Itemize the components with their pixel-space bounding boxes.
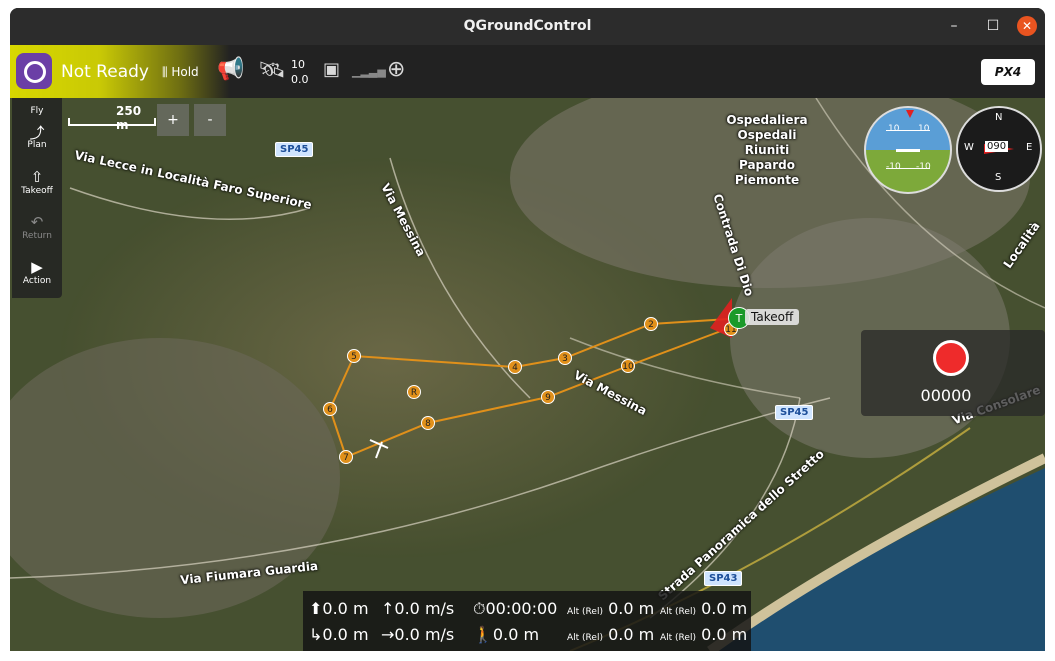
fly-plan-toolstrip: Fly ⤴ Plan ⇧ Takeoff ↶ Return ▶ Action [12, 98, 62, 298]
waypoint-4[interactable]: 4 [508, 360, 522, 374]
compass-east: E [1026, 142, 1033, 153]
takeoff-icon: ⇧ [30, 168, 44, 186]
waypoint-9[interactable]: 9 [541, 390, 555, 404]
compass-indicator: N E S W 090 [956, 106, 1042, 192]
record-time: 00000 [920, 386, 972, 405]
takeoff-label: Takeoff [745, 309, 800, 325]
waypoint-3[interactable]: 3 [558, 351, 572, 365]
qgc-logo-icon[interactable] [16, 53, 52, 89]
alt-rel-value: Alt (Rel) 0.0 m [660, 625, 748, 644]
action-play-icon: ▶ [31, 258, 43, 276]
waypoint-2[interactable]: 2 [644, 317, 658, 331]
road-sign-sp45: SP45 [775, 405, 814, 420]
stopwatch-icon: ⏱ [473, 599, 486, 618]
flight-mode-selector[interactable]: ⫼ Hold [162, 65, 199, 80]
return-label: Return [22, 231, 52, 241]
altitude-value: ⬆0.0 m [309, 599, 369, 618]
pitch-tick-label: 10 [918, 124, 930, 134]
climb-arrow-icon: ↑ [381, 599, 395, 618]
compass-heading: 090 [985, 141, 1009, 152]
fly-label: Fly [30, 106, 44, 116]
fly-tool[interactable]: Fly [12, 106, 62, 116]
waypoint-8[interactable]: 8 [421, 416, 435, 430]
waypoint-6[interactable]: 6 [323, 402, 337, 416]
rally-point[interactable]: R [407, 385, 421, 399]
scale-bar [68, 118, 156, 126]
maximize-button[interactable]: ☐ [983, 16, 1003, 36]
pitch-tick-label: 10 [888, 124, 900, 134]
zoom-out-button[interactable]: - [194, 104, 226, 136]
alt-rel-value: Alt (Rel) 0.0 m [660, 599, 748, 618]
pitch-tick-label: -10 [916, 162, 931, 172]
map-label-hospital: Ospedaliera Ospedali Riuniti Papardo Pie… [726, 113, 808, 187]
attitude-indicator: 10 10 -10 -10 [864, 106, 952, 194]
distance-value: ↳0.0 m [309, 625, 369, 644]
megaphone-icon[interactable]: 📢 [217, 57, 244, 82]
satellite-icon[interactable]: 🛰 [258, 58, 286, 83]
gps-status: 10 0.0 [291, 57, 309, 87]
takeoff-tool-label: Takeoff [21, 186, 53, 196]
distance-home-value: 🚶0.0 m [473, 625, 540, 644]
alt-rel-value: Alt (Rel) 0.0 m [567, 599, 655, 618]
hdop-value: 0.0 [291, 73, 309, 86]
flight-mode-icon: ⫼ [162, 65, 168, 79]
video-record-panel: 00000 [861, 330, 1045, 416]
main-toolbar: Not Ready ⫼ Hold 📢 🛰 10 0.0 ▣ ▁▂▃▅ ⊕ PX4 [10, 45, 1045, 98]
close-button[interactable]: ✕ [1017, 16, 1037, 36]
takeoff-tool[interactable]: ⇧ Takeoff [12, 168, 62, 196]
compass-south: S [995, 172, 1002, 183]
alt-rel-value: Alt (Rel) 0.0 m [567, 625, 655, 644]
climb-rate-value: ↑0.0 m/s [381, 599, 455, 618]
flight-mode-label: Hold [171, 65, 199, 79]
road-sign-sp45: SP45 [275, 142, 314, 157]
ground-speed-value: →0.0 m/s [381, 625, 455, 644]
walking-person-icon: 🚶 [473, 625, 493, 644]
minimize-button[interactable]: – [944, 16, 964, 36]
action-label: Action [22, 276, 52, 286]
map-view[interactable]: Via Lecce in Località Faro Superiore Via… [10, 98, 1045, 651]
px4-logo: PX4 [981, 59, 1035, 85]
return-icon: ↶ [30, 213, 44, 231]
waypoint-5[interactable]: 5 [347, 349, 361, 363]
altitude-arrow-icon: ⬆ [309, 599, 323, 618]
signal-strength-icon: ▁▂▃▅ [352, 65, 386, 78]
plan-route-icon: ⤴ [29, 124, 45, 142]
aircraft-symbol [896, 149, 920, 152]
gps-target-icon[interactable]: ⊕ [387, 57, 405, 82]
waypoint-7[interactable]: 7 [339, 450, 353, 464]
plan-label: Plan [27, 140, 47, 150]
ground-speed-arrow-icon: → [381, 625, 395, 644]
roll-pointer-icon [906, 110, 914, 118]
vehicle-status[interactable]: Not Ready [61, 62, 149, 82]
window-title: QGroundControl [463, 18, 592, 34]
return-tool[interactable]: ↶ Return [12, 213, 62, 241]
satellite-count: 10 [291, 58, 305, 71]
flight-time-value: ⏱00:00:00 [473, 599, 558, 618]
rc-transmitter-icon[interactable]: ▣ [323, 59, 340, 80]
zoom-in-button[interactable]: + [157, 104, 189, 136]
distance-arrow-icon: ↳ [309, 625, 323, 644]
road-sign-sp43: SP43 [704, 571, 743, 586]
qgc-window: QGroundControl – ☐ ✕ Not Ready ⫼ Hold 📢 … [10, 8, 1045, 651]
title-bar: QGroundControl – ☐ ✕ [10, 8, 1045, 45]
compass-west: W [964, 142, 974, 153]
record-button[interactable] [933, 340, 969, 376]
plan-tool[interactable]: ⤴ Plan [12, 122, 62, 150]
waypoint-10[interactable]: 10 [621, 359, 635, 373]
telemetry-bar: ⬆0.0 m ↑0.0 m/s ⏱00:00:00 Alt (Rel) 0.0 … [303, 591, 751, 651]
compass-north: N [995, 112, 1003, 123]
action-tool[interactable]: ▶ Action [12, 258, 62, 286]
pitch-tick-label: -10 [886, 162, 901, 172]
